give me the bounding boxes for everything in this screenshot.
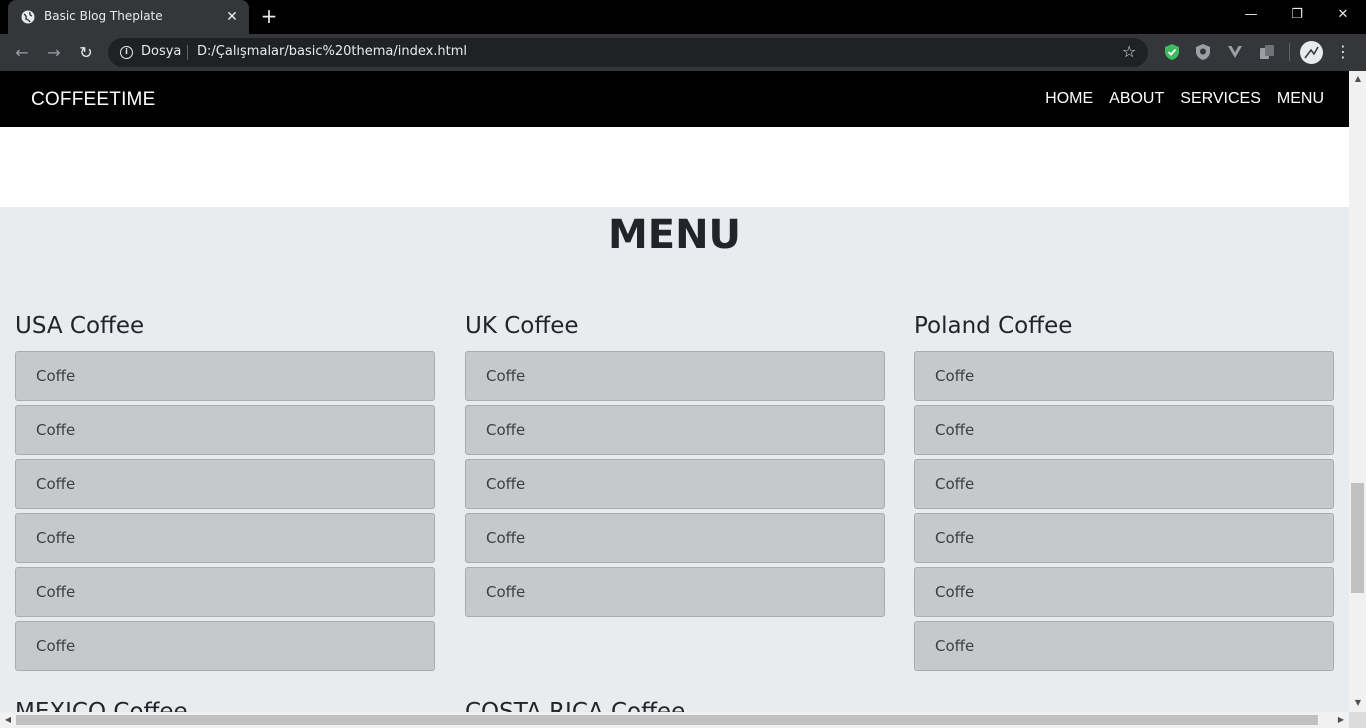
url-text[interactable]: D:/Çalışmalar/basic%20thema/index.html [197, 44, 467, 59]
list-item[interactable]: Coffe [465, 351, 885, 401]
list-item-label: Coffe [36, 475, 76, 493]
list-item[interactable]: Coffe [914, 621, 1334, 671]
vertical-scroll-thumb[interactable] [1351, 483, 1364, 593]
list-item[interactable]: Coffe [465, 459, 885, 509]
nav-link-menu[interactable]: MENU [1277, 90, 1324, 108]
site-security-label[interactable]: Dosya [141, 44, 181, 59]
scroll-up-arrow-icon[interactable]: ▲ [1350, 74, 1366, 83]
list-item-label: Coffe [935, 637, 975, 655]
minimize-button[interactable]: — [1228, 0, 1274, 30]
list-item[interactable]: Coffe [15, 459, 435, 509]
list-item[interactable]: Coffe [465, 405, 885, 455]
column-title: USA Coffee [15, 313, 145, 339]
list-item[interactable]: Coffe [914, 351, 1334, 401]
avatar-icon[interactable] [1300, 41, 1323, 64]
list-item[interactable]: Coffe [15, 513, 435, 563]
address-bar[interactable]: i Dosya D:/Çalışmalar/basic%20thema/inde… [108, 38, 1148, 67]
list-item-label: Coffe [486, 529, 526, 547]
new-tab-button[interactable]: + [259, 6, 279, 27]
list-item[interactable]: Coffe [15, 405, 435, 455]
list-item-label: Coffe [36, 421, 76, 439]
previous-section-end [0, 127, 1349, 207]
list-item[interactable]: Coffe [914, 459, 1334, 509]
shield-check-icon[interactable] [1163, 43, 1181, 61]
info-icon[interactable]: i [120, 46, 133, 59]
arrow-right-icon[interactable]: → [43, 42, 65, 64]
nav-link-about[interactable]: ABOUT [1109, 90, 1164, 108]
nav-links: HOME ABOUT SERVICES MENU [1029, 90, 1324, 108]
star-icon[interactable]: ☆ [1122, 42, 1136, 61]
toolbar-divider [1289, 43, 1290, 61]
list-item[interactable]: Coffe [465, 567, 885, 617]
list-item-label: Coffe [935, 367, 975, 385]
list-item-label: Coffe [36, 367, 76, 385]
nav-link-services[interactable]: SERVICES [1180, 90, 1261, 108]
list-item-label: Coffe [36, 583, 76, 601]
nav-link-home[interactable]: HOME [1045, 90, 1093, 108]
site-brand[interactable]: COFFEETIME [31, 89, 155, 111]
browser-tab[interactable]: Basic Blog Theplate ✕ [8, 0, 249, 34]
menu-column-uk: UK Coffee Coffe Coffe Coffe Coffe Coffe [465, 307, 885, 621]
vertical-scrollbar[interactable] [1349, 71, 1366, 712]
horizontal-scroll-thumb[interactable] [16, 715, 1318, 725]
site-navbar: COFFEETIME HOME ABOUT SERVICES MENU [0, 71, 1349, 127]
tab-title: Basic Blog Theplate [44, 9, 163, 23]
menu-column-usa: USA Coffee Coffe Coffe Coffe Coffe Coffe… [15, 307, 435, 675]
column-title: Poland Coffee [914, 313, 1073, 339]
scroll-right-arrow-icon[interactable]: ▶ [1333, 715, 1349, 724]
list-item-label: Coffe [486, 583, 526, 601]
list-item-label: Coffe [486, 367, 526, 385]
list-item[interactable]: Coffe [15, 567, 435, 617]
list-item[interactable]: Coffe [914, 513, 1334, 563]
list-item[interactable]: Coffe [15, 351, 435, 401]
list-item-label: Coffe [486, 421, 526, 439]
page-viewport: COFFEETIME HOME ABOUT SERVICES MENU MENU… [0, 71, 1349, 712]
copy-icon[interactable] [1258, 43, 1276, 61]
list-item-label: Coffe [36, 637, 76, 655]
restore-button[interactable]: ❐ [1274, 0, 1320, 30]
list-item-label: Coffe [935, 529, 975, 547]
menu-column-poland: Poland Coffee Coffe Coffe Coffe Coffe Co… [914, 307, 1334, 675]
column-title-costa-rica: COSTA RICA Coffee [465, 699, 686, 712]
list-item-label: Coffe [935, 421, 975, 439]
list-item-label: Coffe [36, 529, 76, 547]
scrollbar-corner [1349, 712, 1366, 728]
list-item-label: Coffe [935, 583, 975, 601]
list-item-label: Coffe [486, 475, 526, 493]
section-title: MENU [607, 212, 742, 258]
shield-icon[interactable] [1194, 43, 1212, 61]
arrow-left-icon[interactable]: ← [11, 42, 33, 64]
close-window-button[interactable]: ✕ [1320, 0, 1366, 30]
scroll-left-arrow-icon[interactable]: ◀ [0, 715, 16, 724]
list-item-label: Coffe [935, 475, 975, 493]
scroll-down-arrow-icon[interactable]: ▼ [1350, 698, 1366, 707]
list-item[interactable]: Coffe [914, 567, 1334, 617]
address-separator [187, 45, 188, 60]
column-title: UK Coffee [465, 313, 579, 339]
list-item[interactable]: Coffe [15, 621, 435, 671]
reload-icon[interactable]: ↻ [75, 42, 97, 64]
kebab-menu-icon[interactable]: ⋮ [1335, 40, 1351, 64]
vivaldi-v-icon[interactable] [1226, 43, 1244, 61]
list-item[interactable]: Coffe [465, 513, 885, 563]
tab-close-icon[interactable]: ✕ [224, 9, 240, 25]
globe-icon [21, 10, 35, 24]
column-title-mexico: MEXICO Coffee [15, 699, 188, 712]
list-item[interactable]: Coffe [914, 405, 1334, 455]
browser-toolbar: ← → ↻ i Dosya D:/Çalışmalar/basic%20them… [0, 34, 1366, 71]
tab-strip: Basic Blog Theplate ✕ + — ❐ ✕ [0, 0, 1366, 34]
